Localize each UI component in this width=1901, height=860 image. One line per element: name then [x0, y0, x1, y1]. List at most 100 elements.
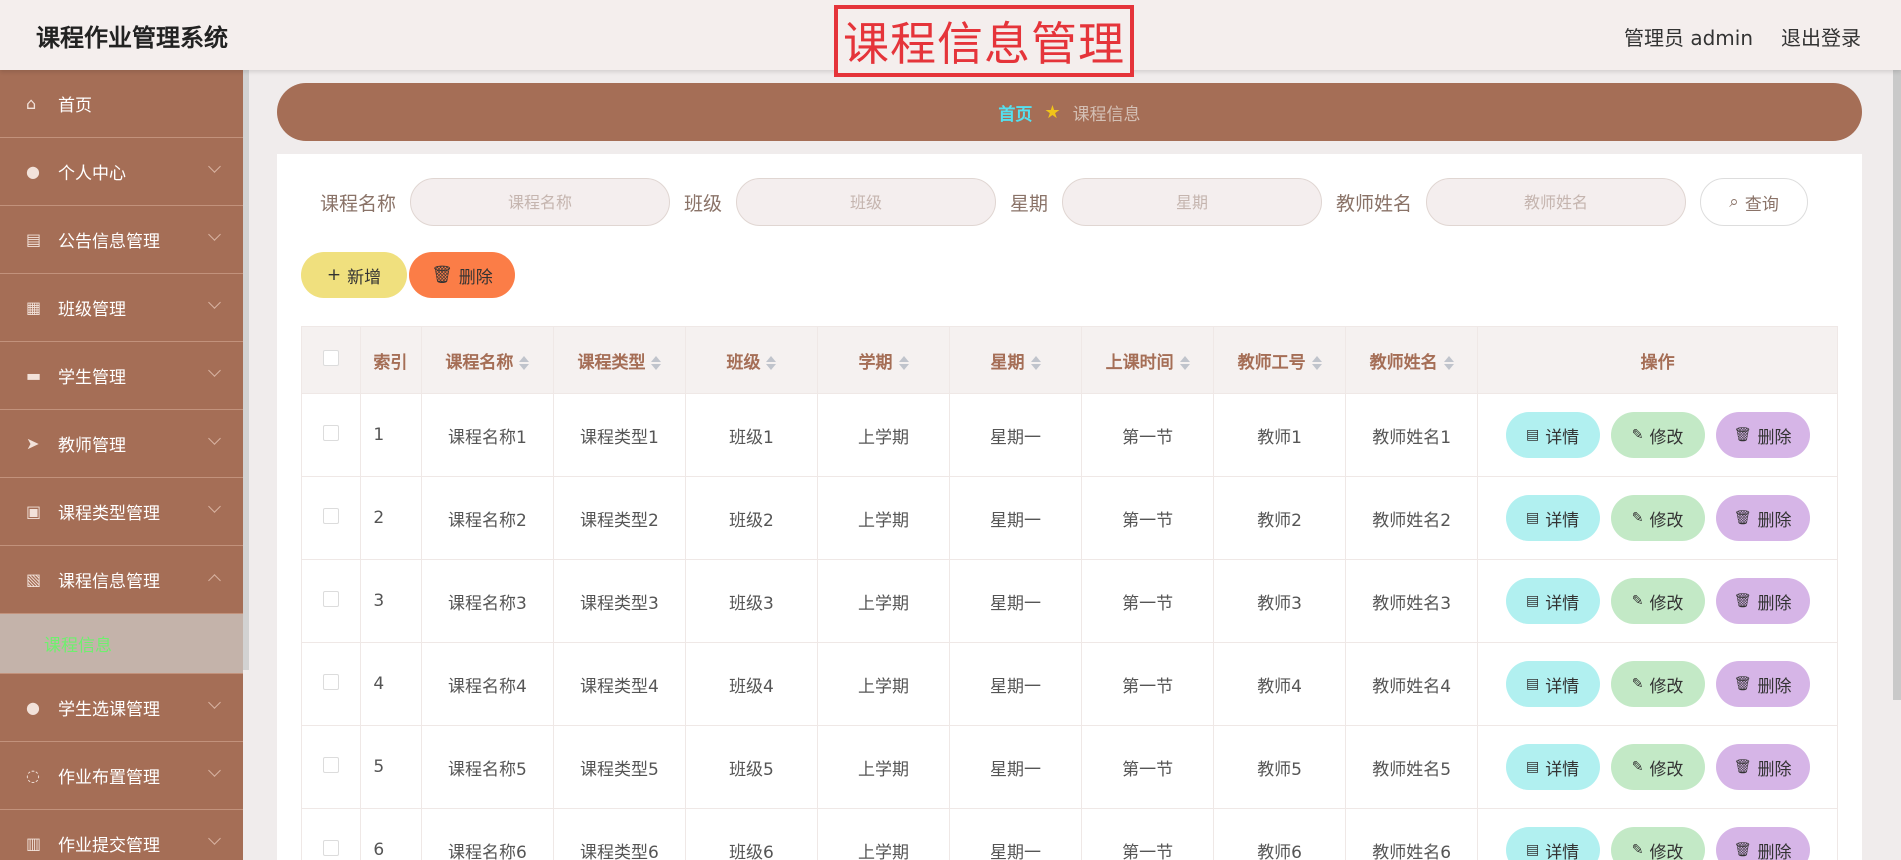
detail-button[interactable]: ▤ 详情 — [1505, 495, 1600, 541]
pencil-icon: ✎ — [1631, 593, 1644, 609]
sidebar-item[interactable]: ➤ 教师管理 — [0, 410, 243, 478]
sidebar-item-label: 学生选课管理 — [58, 700, 160, 720]
cell-course-type: 课程类型2 — [552, 476, 686, 560]
sort-icon[interactable] — [1443, 355, 1454, 370]
class-input[interactable] — [736, 178, 997, 226]
sidebar-item[interactable]: ⌂ 首页 — [0, 70, 243, 138]
header-teacher-id[interactable]: 教师工号 — [1213, 326, 1347, 394]
add-button[interactable]: + 新增 — [301, 252, 407, 298]
remove-label: 删除 — [1757, 676, 1792, 697]
select-all-checkbox[interactable] — [323, 349, 340, 366]
sidebar-scrollbar[interactable] — [243, 70, 249, 670]
delete-row-button[interactable]: 🗑 删除 — [1715, 744, 1810, 790]
cell-teacher-id: 教师4 — [1213, 642, 1347, 726]
header-ops: 操作 — [1477, 326, 1838, 394]
detail-button[interactable]: ▤ 详情 — [1505, 412, 1600, 458]
remove-label: 删除 — [1757, 842, 1792, 860]
edit-button[interactable]: ✎ 修改 — [1610, 495, 1705, 541]
add-button-label: 新增 — [347, 267, 382, 288]
remove-label: 删除 — [1757, 510, 1792, 531]
sidebar-item[interactable]: ▥ 作业提交管理 — [0, 810, 243, 860]
cell-teacher-name: 教师姓名3 — [1345, 559, 1479, 643]
sidebar-item[interactable]: ◌ 作业布置管理 — [0, 742, 243, 810]
edit-button[interactable]: ✎ 修改 — [1610, 661, 1705, 707]
header-weekday[interactable]: 星期 — [949, 326, 1083, 394]
sidebar-item[interactable]: ▦ 班级管理 — [0, 274, 243, 342]
teacher-name-input[interactable] — [1426, 178, 1687, 226]
sort-icon[interactable] — [1030, 355, 1041, 370]
edit-button[interactable]: ✎ 修改 — [1610, 578, 1705, 624]
detail-button[interactable]: ▤ 详情 — [1505, 827, 1600, 860]
row-checkbox[interactable] — [323, 756, 340, 773]
row-checkbox[interactable] — [323, 839, 340, 856]
detail-label: 详情 — [1545, 510, 1580, 531]
cell-index: 1 — [360, 393, 422, 477]
sidebar-item[interactable]: ▬ 学生管理 — [0, 342, 243, 410]
header-term[interactable]: 学期 — [816, 326, 951, 394]
header-time[interactable]: 上课时间 — [1081, 326, 1215, 394]
table-row: 2 课程名称2 课程类型2 班级2 上学期 星期一 第一节 教师2 教师姓名2 ▤ 详情 ✎ 修改 🗑 删除 — [300, 476, 1838, 560]
row-checkbox[interactable] — [323, 673, 340, 690]
delete-row-button[interactable]: 🗑 删除 — [1715, 578, 1810, 624]
cell-course-type: 课程类型5 — [552, 725, 686, 809]
header-course-type[interactable]: 课程类型 — [552, 326, 686, 394]
edit-button[interactable]: ✎ 修改 — [1610, 412, 1705, 458]
sort-icon[interactable] — [898, 355, 909, 370]
logout-link[interactable]: 退出登录 — [1781, 22, 1861, 51]
sidebar-item[interactable]: ▣ 课程类型管理 — [0, 478, 243, 546]
breadcrumb-home[interactable]: 首页 — [998, 100, 1032, 125]
sidebar-item[interactable]: ▤ 公告信息管理 — [0, 206, 243, 274]
search-icon: ⌕ — [1729, 192, 1739, 212]
edit-button[interactable]: ✎ 修改 — [1610, 744, 1705, 790]
batch-delete-button[interactable]: 🗑 删除 — [409, 252, 515, 298]
row-checkbox[interactable] — [323, 424, 340, 441]
cell-teacher-name: 教师姓名4 — [1345, 642, 1479, 726]
row-checkbox[interactable] — [323, 507, 340, 524]
detail-button[interactable]: ▤ 详情 — [1505, 744, 1600, 790]
sidebar-item-label: 学生管理 — [58, 368, 126, 388]
weekday-input[interactable] — [1062, 178, 1323, 226]
sidebar-item[interactable]: ▧ 课程信息管理 — [0, 546, 243, 614]
sidebar-item[interactable]: ● 学生选课管理 — [0, 674, 243, 742]
sort-icon[interactable] — [1311, 355, 1322, 370]
cell-course-type: 课程类型3 — [552, 559, 686, 643]
main-scrollbar[interactable] — [1893, 70, 1901, 700]
sidebar-item-label: 公告信息管理 — [58, 232, 160, 252]
row-checkbox[interactable] — [323, 590, 340, 607]
header-class[interactable]: 班级 — [684, 326, 819, 394]
sort-icon[interactable] — [1179, 355, 1190, 370]
sidebar-item[interactable]: ● 个人中心 — [0, 138, 243, 206]
cell-ops: ▤ 详情 ✎ 修改 🗑 删除 — [1477, 476, 1838, 560]
course-name-input[interactable] — [410, 178, 671, 226]
delete-row-button[interactable]: 🗑 删除 — [1715, 661, 1810, 707]
edit-label: 修改 — [1649, 759, 1684, 780]
query-button[interactable]: ⌕ 查询 — [1700, 178, 1809, 226]
cell-index: 3 — [360, 559, 422, 643]
pencil-icon: ✎ — [1631, 842, 1644, 858]
cell-term: 上学期 — [816, 808, 951, 860]
content-panel: 课程名称 班级 星期 教师姓名 ⌕ 查询 + 新增 🗑 删除 — [277, 154, 1862, 860]
cell-class: 班级6 — [684, 808, 819, 860]
header-course-type-label: 课程类型 — [577, 352, 646, 373]
document-icon: ▤ — [1525, 593, 1540, 609]
cell-course-type: 课程类型4 — [552, 642, 686, 726]
delete-row-button[interactable]: 🗑 删除 — [1715, 495, 1810, 541]
chevron-up-icon — [208, 574, 221, 587]
sidebar-subitem-course-info[interactable]: 课程信息 — [0, 614, 243, 674]
delete-row-button[interactable]: 🗑 删除 — [1715, 827, 1810, 860]
sort-icon[interactable] — [519, 355, 530, 370]
chevron-down-icon — [208, 296, 221, 309]
header-teacher-name[interactable]: 教师姓名 — [1345, 326, 1479, 394]
header-course-name[interactable]: 课程名称 — [420, 326, 554, 394]
detail-button[interactable]: ▤ 详情 — [1505, 661, 1600, 707]
row-select-cell — [300, 559, 362, 643]
edit-button[interactable]: ✎ 修改 — [1610, 827, 1705, 860]
cell-course-type: 课程类型6 — [552, 808, 686, 860]
detail-button[interactable]: ▤ 详情 — [1505, 578, 1600, 624]
sort-icon[interactable] — [766, 355, 777, 370]
detail-label: 详情 — [1545, 842, 1580, 860]
sort-icon[interactable] — [651, 355, 662, 370]
delete-row-button[interactable]: 🗑 删除 — [1715, 412, 1810, 458]
cell-teacher-id: 教师6 — [1213, 808, 1347, 860]
pencil-icon: ✎ — [1631, 759, 1644, 775]
